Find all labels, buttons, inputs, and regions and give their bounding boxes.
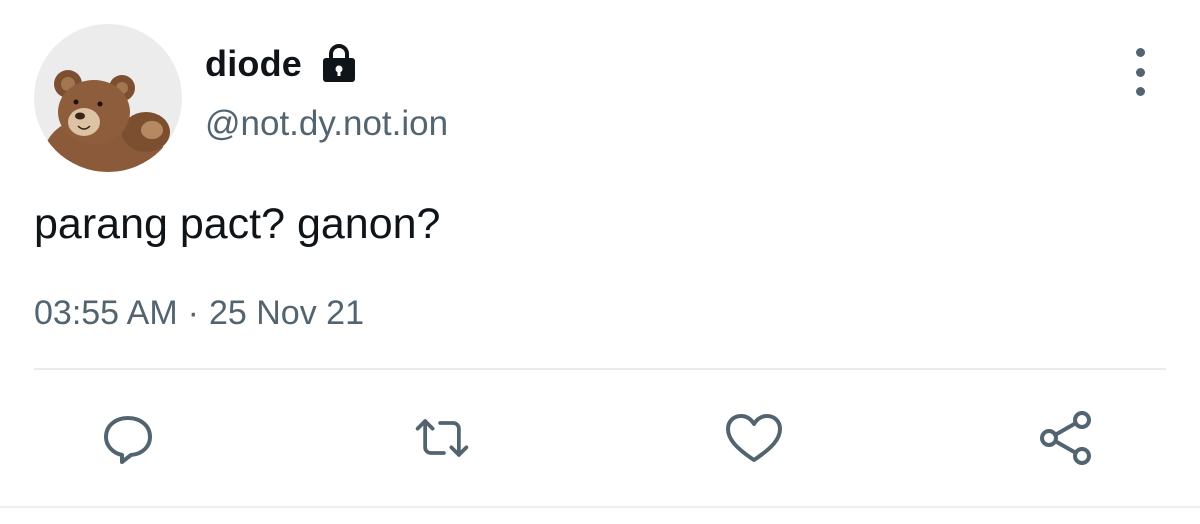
handle[interactable]: @not.dy.not.ion (205, 104, 448, 144)
meta-separator: · (187, 294, 199, 332)
tweet-card[interactable]: diode @not.dy.not.ion parang pact? ganon… (0, 0, 1200, 524)
share-button[interactable] (1036, 408, 1096, 468)
tweet-text: parang pact? ganon? (34, 200, 441, 248)
reply-button[interactable] (98, 408, 158, 468)
author-row: diode (205, 40, 358, 88)
tweet-timestamp[interactable]: 03:55 AM · 25 Nov 21 (34, 294, 364, 333)
reply-icon (104, 416, 152, 464)
retweet-button[interactable] (412, 408, 472, 468)
more-vertical-icon[interactable] (1122, 48, 1158, 96)
tweet-date: 25 Nov 21 (208, 294, 364, 332)
lock-icon (320, 44, 358, 84)
tweet-time: 03:55 AM (34, 294, 178, 332)
avatar[interactable] (34, 24, 182, 172)
bottom-divider (0, 506, 1200, 508)
retweet-icon (415, 419, 469, 457)
like-button[interactable] (724, 408, 784, 468)
share-icon (1040, 411, 1091, 465)
divider (34, 368, 1166, 370)
display-name[interactable]: diode (205, 43, 302, 85)
heart-icon (726, 414, 782, 462)
